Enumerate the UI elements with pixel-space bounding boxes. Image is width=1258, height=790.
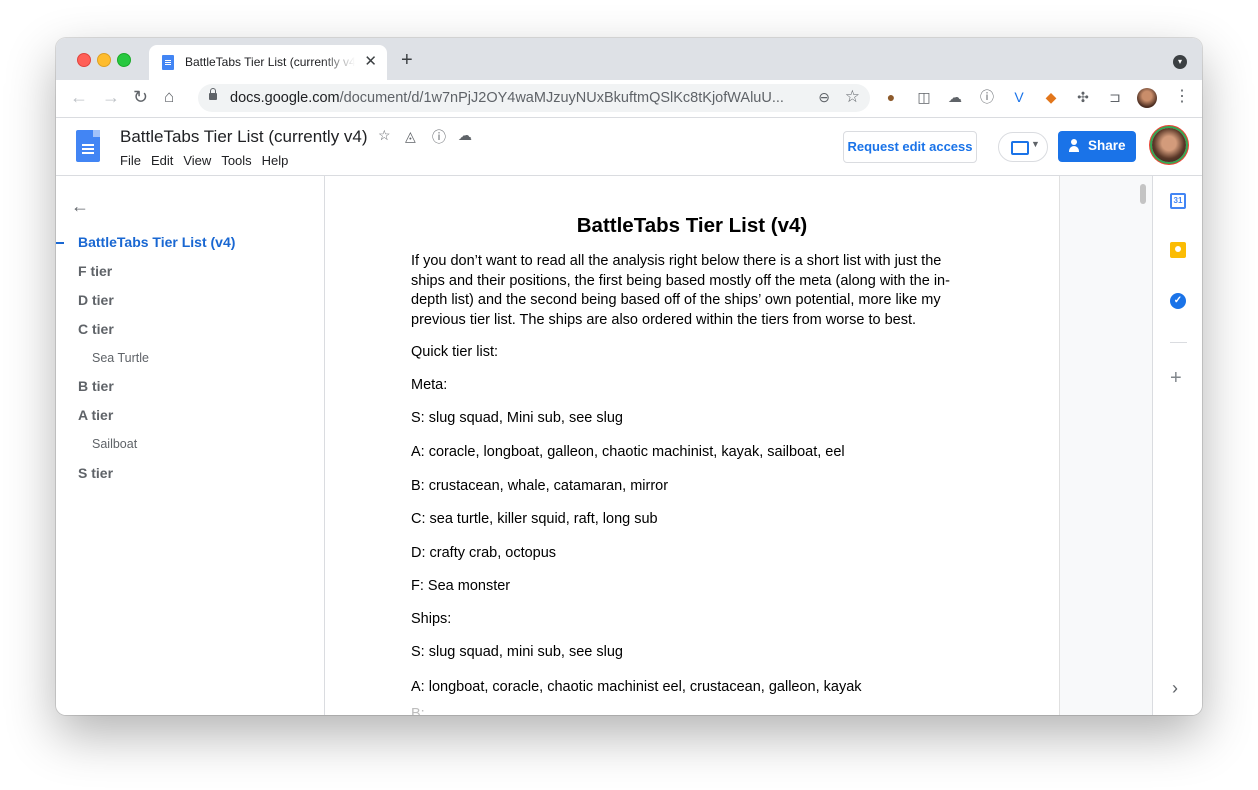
outline-item-f-tier[interactable]: F tier (78, 263, 112, 279)
new-tab-button[interactable]: + (401, 49, 413, 71)
onepassword-icon[interactable]: ⓘ (979, 89, 995, 105)
outline-item-s-tier[interactable]: S tier (78, 465, 113, 481)
profile-avatar[interactable] (1137, 88, 1157, 108)
menu-help[interactable]: Help (262, 153, 289, 168)
document-page[interactable]: BattleTabs Tier List (v4) If you don’t w… (325, 176, 1060, 715)
paragraph: Meta: (411, 377, 448, 393)
tab-close-icon[interactable]: ✕ (364, 53, 377, 71)
share-button[interactable]: Share (1058, 131, 1136, 162)
extension-v-icon[interactable]: V (1011, 89, 1027, 105)
paragraph: A: longboat, coracle, chaotic machinist … (411, 679, 862, 695)
intro-paragraph: If you don’t want to read all the analys… (411, 253, 950, 328)
home-icon[interactable]: ⌂ (164, 86, 174, 108)
tab-strip: BattleTabs Tier List (currently v4) ✕ + … (56, 38, 1202, 80)
tab-search-icon[interactable]: ▾ (1173, 55, 1187, 69)
outline-item-heading[interactable]: BattleTabs Tier List (v4) (78, 234, 235, 250)
document-title[interactable]: BattleTabs Tier List (currently v4) (120, 127, 368, 147)
pocket-icon[interactable]: ◫ (916, 89, 932, 105)
url-text[interactable]: docs.google.com/document/d/1w7nPjJ2OY4wa… (230, 90, 784, 106)
paragraph: F: Sea monster (411, 578, 511, 594)
account-avatar[interactable] (1152, 128, 1186, 162)
lock-icon (209, 88, 217, 100)
menu-edit[interactable]: Edit (151, 153, 173, 168)
calendar-icon[interactable]: 31 (1170, 193, 1186, 209)
paragraph: C: sea turtle, killer squid, raft, long … (411, 511, 658, 527)
cloud-icon[interactable]: ☁ (947, 89, 963, 105)
side-panel: 31 ✓ + › (1152, 176, 1202, 715)
share-label: Share (1088, 138, 1126, 153)
outline-item-a-tier[interactable]: A tier (78, 407, 113, 423)
add-addon-icon[interactable]: + (1170, 368, 1182, 388)
tab-title: BattleTabs Tier List (currently v4) (185, 55, 355, 69)
paragraph: S: slug squad, mini sub, see slug (411, 644, 623, 660)
google-docs-favicon-icon (162, 55, 174, 70)
paragraph: A: coracle, longboat, galleon, chaotic m… (411, 444, 845, 460)
document-heading: BattleTabs Tier List (v4) (576, 214, 808, 237)
browser-menu-icon[interactable]: ⋮ (1174, 87, 1190, 107)
address-bar[interactable]: docs.google.com/document/d/1w7nPjJ2OY4wa… (198, 84, 870, 112)
paragraph: D: crafty crab, octopus (411, 545, 557, 561)
paragraph: Quick tier list: (411, 344, 499, 360)
chevron-right-icon[interactable]: › (1172, 678, 1178, 698)
paragraph: B: crustacean, whale, catamaran, mirror (411, 478, 669, 494)
back-arrow-icon[interactable]: ← (71, 196, 89, 217)
menu-tools[interactable]: Tools (221, 153, 251, 168)
outline-item-d-tier[interactable]: D tier (78, 292, 114, 308)
move-to-drive-icon[interactable]: ◬ (405, 128, 416, 145)
zoom-icon[interactable]: ⊖ (818, 89, 830, 106)
star-icon[interactable]: ☆ (378, 127, 391, 144)
details-info-icon[interactable]: ⓘ (432, 127, 446, 147)
outline-item-b-tier[interactable]: B tier (78, 378, 114, 394)
browser-toolbar: ← → ↻ ⌂ docs.google.com/document/d/1w7nP… (56, 80, 1202, 118)
metamask-icon[interactable]: ◆ (1043, 89, 1059, 105)
person-icon (1069, 139, 1079, 153)
menu-file[interactable]: File (120, 153, 141, 168)
browser-window: BattleTabs Tier List (currently v4) ✕ + … (56, 38, 1202, 715)
side-panel-divider (1170, 342, 1187, 343)
outline-item-sea-turtle[interactable]: Sea Turtle (92, 351, 149, 365)
paragraph: S: slug squad, Mini sub, see slug (411, 410, 623, 426)
active-heading-marker (56, 242, 64, 244)
window-minimize-button[interactable] (97, 53, 111, 67)
outline-item-c-tier[interactable]: C tier (78, 321, 114, 337)
extension-poop-icon[interactable]: ● (883, 89, 899, 105)
paragraph: Ships: (411, 611, 452, 627)
reload-icon[interactable]: ↻ (133, 86, 148, 108)
docs-header: BattleTabs Tier List (currently v4) ☆ ◬ … (56, 118, 1202, 176)
request-edit-access-button[interactable]: Request edit access (843, 131, 977, 163)
chevron-down-icon: ▼ (1031, 139, 1040, 149)
menu-view[interactable]: View (183, 153, 211, 168)
extensions-puzzle-icon[interactable]: ✣ (1075, 89, 1091, 105)
scrollbar-thumb[interactable] (1140, 184, 1146, 204)
present-button[interactable]: ▼ (998, 132, 1048, 162)
document-outline: ← BattleTabs Tier List (v4) F tier D tie… (56, 176, 325, 715)
back-icon[interactable]: ← (70, 86, 88, 108)
google-docs-logo-icon[interactable] (76, 130, 100, 162)
menu-bar: File Edit View Tools Help (120, 153, 298, 168)
tasks-icon[interactable]: ✓ (1170, 293, 1186, 309)
bookmark-star-icon[interactable]: ☆ (845, 87, 860, 107)
cast-icon[interactable]: ⊐ (1107, 89, 1123, 105)
forward-icon[interactable]: → (102, 86, 120, 108)
paragraph-partial: B: ... (411, 707, 441, 715)
keep-icon[interactable] (1170, 242, 1186, 258)
document-canvas: BattleTabs Tier List (v4) If you don’t w… (325, 176, 1152, 715)
present-screen-icon (1011, 141, 1029, 155)
cloud-status-icon[interactable]: ☁ (458, 127, 472, 144)
window-zoom-button[interactable] (117, 53, 131, 67)
outline-item-sailboat[interactable]: Sailboat (92, 437, 137, 451)
browser-tab[interactable]: BattleTabs Tier List (currently v4) ✕ (149, 45, 387, 80)
window-close-button[interactable] (77, 53, 91, 67)
